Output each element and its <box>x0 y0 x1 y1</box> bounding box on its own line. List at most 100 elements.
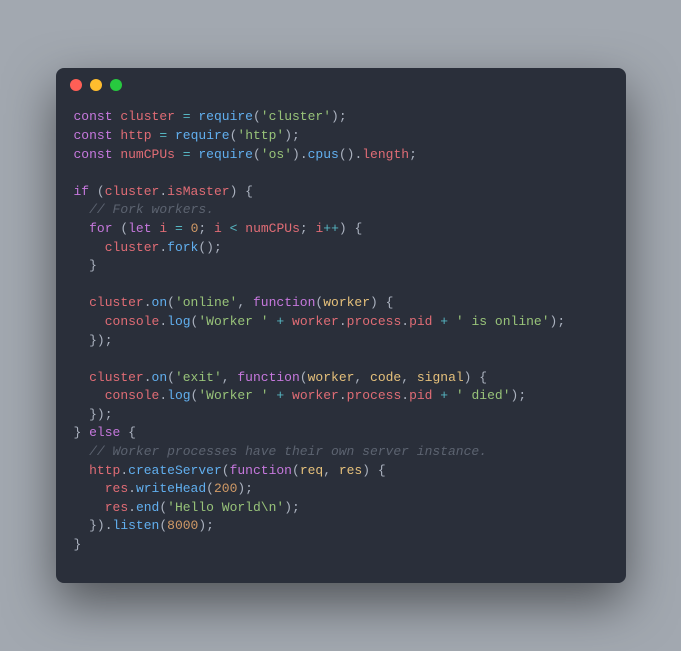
code-token: createServer <box>128 463 222 478</box>
code-token: writeHead <box>136 481 206 496</box>
code-line <box>74 164 608 183</box>
code-token: ' is online' <box>456 314 550 329</box>
code-line: } <box>74 257 608 276</box>
code-token: } <box>74 537 82 552</box>
code-line: console.log('Worker ' + worker.process.p… <box>74 313 608 332</box>
code-token <box>74 444 90 459</box>
code-token: const <box>74 109 113 124</box>
code-token: 'http' <box>237 128 284 143</box>
code-token: . <box>128 500 136 515</box>
code-line: const cluster = require('cluster'); <box>74 108 608 127</box>
code-token: cluster <box>89 370 144 385</box>
code-token: }). <box>74 518 113 533</box>
code-token <box>74 314 105 329</box>
code-token: ( <box>253 147 261 162</box>
code-token: ); <box>284 128 300 143</box>
code-token: ); <box>331 109 347 124</box>
code-token: . <box>159 314 167 329</box>
code-token: // Fork workers. <box>89 202 214 217</box>
code-token: require <box>198 147 253 162</box>
code-token: ). <box>292 147 308 162</box>
code-token: else <box>89 425 120 440</box>
code-token: cluster <box>120 109 175 124</box>
zoom-icon[interactable] <box>110 79 122 91</box>
code-token <box>74 500 105 515</box>
code-token: } <box>74 425 90 440</box>
code-token <box>74 295 90 310</box>
code-line: } else { <box>74 424 608 443</box>
code-token: numCPUs <box>120 147 175 162</box>
minimize-icon[interactable] <box>90 79 102 91</box>
code-token: i <box>214 221 222 236</box>
code-token: worker <box>323 295 370 310</box>
code-token: 'Worker ' <box>198 314 268 329</box>
code-token: . <box>159 184 167 199</box>
code-token: (). <box>339 147 362 162</box>
code-token: ); <box>237 481 253 496</box>
code-token: pid <box>409 388 432 403</box>
code-token: log <box>167 314 190 329</box>
code-line: } <box>74 536 608 555</box>
code-token: cluster <box>89 295 144 310</box>
titlebar <box>56 68 626 102</box>
code-line: http.createServer(function(req, res) { <box>74 462 608 481</box>
code-line: cluster.fork(); <box>74 239 608 258</box>
code-token: . <box>401 388 409 403</box>
code-token <box>74 240 105 255</box>
code-token: , <box>237 295 253 310</box>
code-token: , <box>222 370 238 385</box>
code-token: = <box>183 147 191 162</box>
code-line: cluster.on('exit', function(worker, code… <box>74 369 608 388</box>
code-token: if <box>74 184 90 199</box>
code-token: on <box>152 295 168 310</box>
code-token: (); <box>198 240 221 255</box>
code-token: + <box>440 388 448 403</box>
code-token: ( <box>159 500 167 515</box>
code-line: // Worker processes have their own serve… <box>74 443 608 462</box>
code-token: numCPUs <box>245 221 300 236</box>
code-token: worker <box>292 388 339 403</box>
code-line: res.end('Hello World\n'); <box>74 499 608 518</box>
code-token: , <box>323 463 339 478</box>
code-token: log <box>167 388 190 403</box>
code-token: ); <box>511 388 527 403</box>
close-icon[interactable] <box>70 79 82 91</box>
code-token: worker <box>292 314 339 329</box>
code-token: // Worker processes have their own serve… <box>89 444 487 459</box>
code-token: ( <box>167 295 175 310</box>
code-line: }); <box>74 332 608 351</box>
code-token: length <box>362 147 409 162</box>
code-token: process <box>347 388 402 403</box>
code-token: ; <box>198 221 214 236</box>
code-token <box>222 221 230 236</box>
code-token <box>448 388 456 403</box>
code-token <box>74 370 90 385</box>
code-token: ( <box>89 184 105 199</box>
code-token: = <box>183 109 191 124</box>
code-token: res <box>339 463 362 478</box>
code-token <box>284 388 292 403</box>
code-token: . <box>120 463 128 478</box>
code-token <box>74 221 90 236</box>
code-token: ( <box>206 481 214 496</box>
code-token: . <box>339 388 347 403</box>
code-line: res.writeHead(200); <box>74 480 608 499</box>
editor-window: const cluster = require('cluster');const… <box>56 68 626 582</box>
code-token: ); <box>550 314 566 329</box>
code-line: if (cluster.isMaster) { <box>74 183 608 202</box>
code-token: 'os' <box>261 147 292 162</box>
code-token: }); <box>74 333 113 348</box>
code-line: console.log('Worker ' + worker.process.p… <box>74 387 608 406</box>
code-token: ( <box>167 370 175 385</box>
code-token: ( <box>222 463 230 478</box>
code-token: . <box>159 388 167 403</box>
code-token: ) { <box>339 221 362 236</box>
code-token: + <box>440 314 448 329</box>
code-token: }); <box>74 407 113 422</box>
code-token: 'Hello World\n' <box>167 500 284 515</box>
code-token: isMaster <box>167 184 229 199</box>
code-token: res <box>105 500 128 515</box>
code-token <box>448 314 456 329</box>
code-token: ) { <box>464 370 487 385</box>
code-line: }).listen(8000); <box>74 517 608 536</box>
